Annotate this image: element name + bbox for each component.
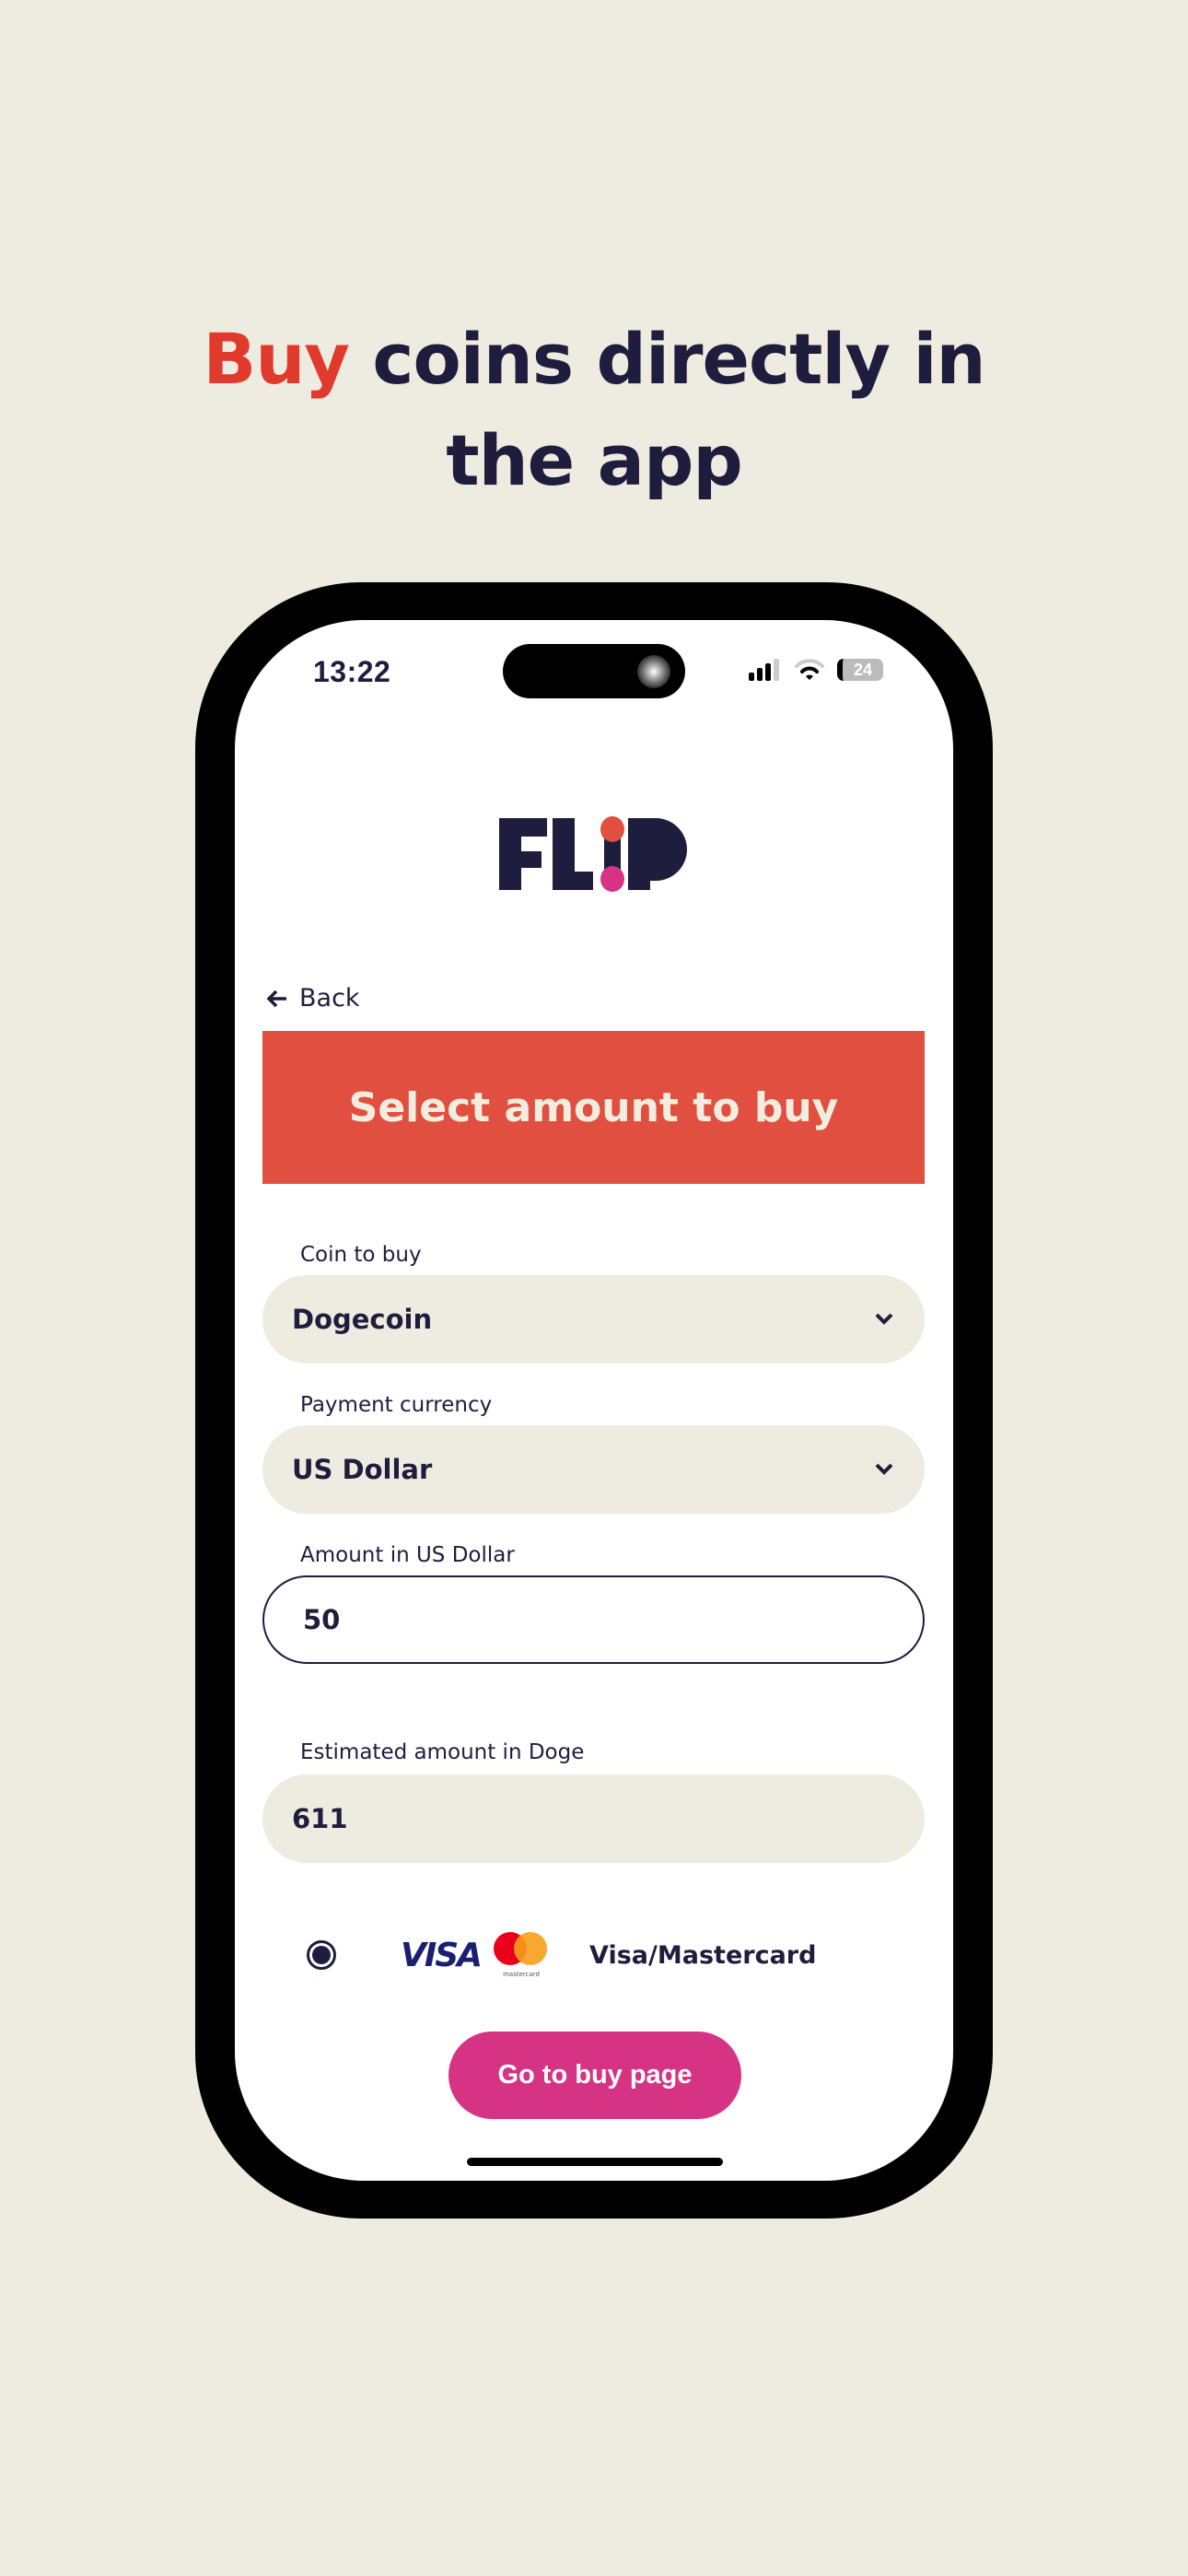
battery-icon: 24 (837, 659, 883, 681)
amount-value: 50 (303, 1604, 341, 1635)
currency-label: Payment currency (300, 1393, 493, 1417)
go-to-buy-page-button[interactable]: Go to buy page (448, 2032, 741, 2119)
headline: Buy coins directly in the app (0, 309, 1188, 511)
mastercard-logo: mastercard (494, 1932, 549, 1978)
headline-line2: the app (446, 419, 743, 501)
payment-radio[interactable] (307, 1940, 336, 1970)
back-label: Back (299, 984, 360, 1013)
dynamic-island (503, 644, 685, 698)
estimate-value: 611 (292, 1803, 348, 1834)
phone-screen: 13:22 24 Back Select amount to buy Coin … (235, 620, 953, 2181)
amount-input[interactable]: 50 (262, 1575, 925, 1664)
amount-label: Amount in US Dollar (300, 1543, 515, 1567)
signal-icon (749, 659, 779, 681)
page-title-banner: Select amount to buy (262, 1031, 925, 1184)
flip-logo (499, 816, 687, 892)
coin-label: Coin to buy (300, 1243, 422, 1267)
coin-value: Dogecoin (292, 1304, 433, 1335)
currency-select[interactable]: US Dollar (262, 1425, 925, 1514)
estimate-label: Estimated amount in Doge (300, 1740, 585, 1764)
status-icons: 24 (749, 659, 883, 681)
camera-icon (637, 655, 670, 688)
headline-line1: coins directly in (348, 318, 985, 400)
visa-logo: VISA (401, 1936, 483, 1974)
wifi-icon (795, 659, 824, 680)
phone-frame: 13:22 24 Back Select amount to buy Coin … (195, 582, 993, 2219)
status-time: 13:22 (313, 655, 391, 688)
payment-method-label: Visa/Mastercard (589, 1940, 817, 1970)
home-indicator[interactable] (467, 2158, 723, 2166)
headline-accent: Buy (203, 318, 350, 400)
estimate-field: 611 (262, 1774, 925, 1863)
back-button[interactable]: Back (266, 984, 360, 1013)
payment-method-option[interactable]: VISA mastercard Visa/Mastercard (307, 1932, 896, 1978)
coin-select[interactable]: Dogecoin (262, 1275, 925, 1364)
arrow-left-icon (266, 989, 286, 1007)
currency-value: US Dollar (292, 1454, 433, 1485)
chevron-down-icon (875, 1463, 893, 1475)
chevron-down-icon (875, 1313, 893, 1325)
